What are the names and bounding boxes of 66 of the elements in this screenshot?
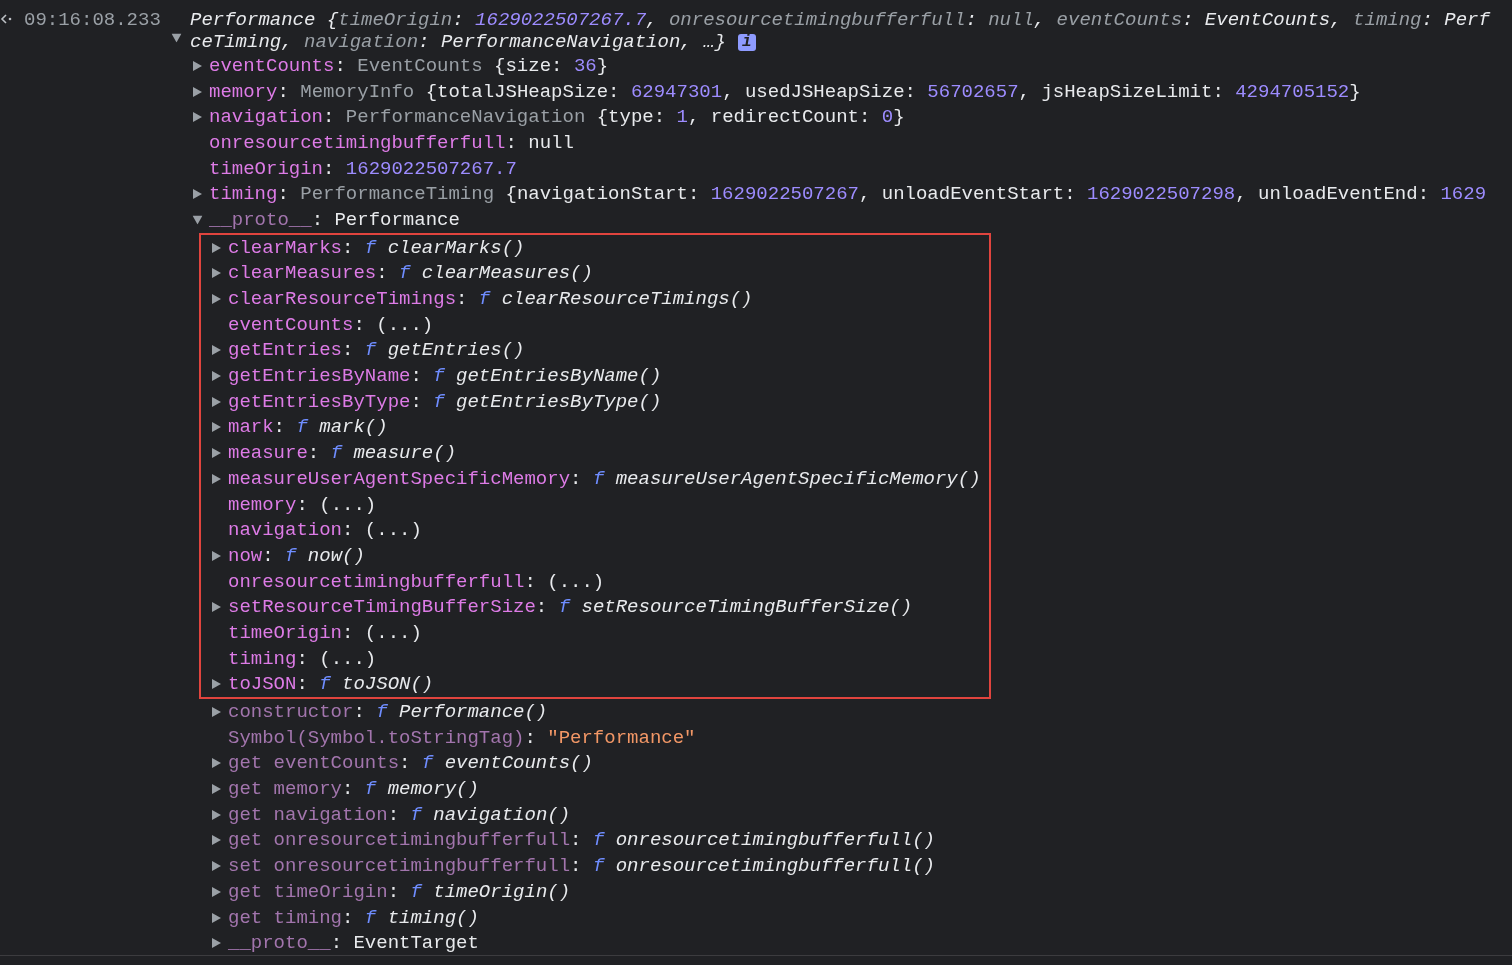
expand-arrow-icon[interactable]	[212, 835, 221, 846]
object-summary-line[interactable]: Performance {timeOrigin: 1629022507267.7, onresourcetimingbufferfull: null, eventCounts: EventCounts, timing: Perf	[190, 9, 1490, 31]
property-line: Symbol(Symbol.toStringTag): "Performance"	[228, 726, 696, 749]
property-line: get timing: f timing()	[228, 906, 479, 929]
property-line: setResourceTimingBufferSize: f setResourceTimingBufferSize()	[228, 596, 913, 619]
expand-arrow-icon[interactable]	[212, 707, 221, 718]
expand-arrow-icon[interactable]	[212, 422, 221, 433]
property-line: timeOrigin: 1629022507267.7	[209, 157, 517, 180]
expand-arrow-icon[interactable]	[193, 189, 202, 200]
expand-arrow-icon[interactable]	[212, 448, 221, 459]
expand-arrow-icon[interactable]	[193, 86, 202, 97]
property-line: navigation: (...)	[228, 519, 422, 542]
property-line: getEntriesByType: f getEntriesByType()	[228, 390, 662, 413]
property-line: getEntriesByName: f getEntriesByName()	[228, 365, 662, 388]
expand-arrow-icon[interactable]	[171, 33, 182, 43]
property-line: getEntries: f getEntries()	[228, 339, 525, 362]
expand-arrow-icon[interactable]	[212, 912, 221, 923]
property-line: memory: MemoryInfo {totalJSHeapSize: 62947301, usedJSHeapSize: 56702657, jsHeapSizeLimit: 4294705152}	[209, 80, 1361, 103]
property-line: timing: PerformanceTiming {navigationStart: 1629022507267, unloadEventStart: 1629022507298, unloadEventEnd: 1629	[209, 183, 1487, 206]
property-line: __proto__: Performance	[209, 208, 460, 231]
expand-arrow-icon[interactable]	[212, 294, 221, 305]
info-badge[interactable]: i	[737, 33, 756, 51]
expand-arrow-icon[interactable]	[212, 242, 221, 253]
property-line: mark: f mark()	[228, 416, 388, 439]
expand-arrow-icon[interactable]	[212, 758, 221, 769]
property-line: set onresourcetimingbufferfull: f onresourcetimingbufferfull()	[228, 855, 935, 878]
expand-arrow-icon[interactable]	[212, 809, 221, 820]
property-line: get eventCounts: f eventCounts()	[228, 752, 593, 775]
property-line: navigation: PerformanceNavigation {type: 1, redirectCount: 0}	[209, 106, 905, 129]
property-line: eventCounts: EventCounts {size: 36}	[209, 54, 609, 77]
property-line: clearMarks: f clearMarks()	[228, 236, 525, 259]
property-line: get onresourcetimingbufferfull: f onresourcetimingbufferfull()	[228, 829, 935, 852]
expand-arrow-icon[interactable]	[193, 60, 202, 71]
property-line: onresourcetimingbufferfull: (...)	[228, 570, 605, 593]
expand-arrow-icon[interactable]	[212, 861, 221, 872]
expand-arrow-icon[interactable]	[212, 679, 221, 690]
property-line: clearResourceTimings: f clearResourceTimings()	[228, 288, 753, 311]
property-line: __proto__: EventTarget	[228, 932, 479, 955]
property-line: get timeOrigin: f timeOrigin()	[228, 880, 571, 903]
expand-arrow-icon[interactable]	[212, 886, 221, 897]
expand-arrow-icon[interactable]	[212, 268, 221, 279]
expand-arrow-icon[interactable]	[212, 602, 221, 613]
property-line: eventCounts: (...)	[228, 313, 434, 336]
property-line: get memory: f memory()	[228, 778, 479, 801]
property-line: now: f now()	[228, 544, 365, 567]
property-line: measureUserAgentSpecificMemory: f measureUserAgentSpecificMemory()	[228, 467, 981, 490]
property-line: toJSON: f toJSON()	[228, 673, 434, 696]
property-line: timing: (...)	[228, 647, 377, 670]
expand-arrow-icon[interactable]	[193, 112, 202, 123]
property-line: clearMeasures: f clearMeasures()	[228, 262, 593, 285]
expand-arrow-icon[interactable]	[212, 784, 221, 795]
expand-arrow-icon[interactable]	[212, 473, 221, 484]
property-line: onresourcetimingbufferfull: null	[209, 131, 574, 154]
expand-arrow-icon[interactable]	[212, 371, 221, 382]
property-line: memory: (...)	[228, 493, 377, 516]
property-line: timeOrigin: (...)	[228, 621, 422, 644]
expand-arrow-icon[interactable]	[212, 396, 221, 407]
expand-arrow-icon[interactable]	[212, 345, 221, 356]
object-summary-line[interactable]: ceTiming, navigation: PerformanceNavigation, …}	[190, 31, 726, 53]
expand-arrow-icon[interactable]	[192, 215, 203, 225]
property-line: get navigation: f navigation()	[228, 803, 571, 826]
expand-arrow-icon[interactable]	[212, 550, 221, 561]
property-line: constructor: f Performance()	[228, 701, 548, 724]
expand-arrow-icon[interactable]	[212, 938, 221, 949]
property-line: measure: f measure()	[228, 442, 457, 465]
timestamp: 09:16:08.233	[24, 9, 161, 31]
